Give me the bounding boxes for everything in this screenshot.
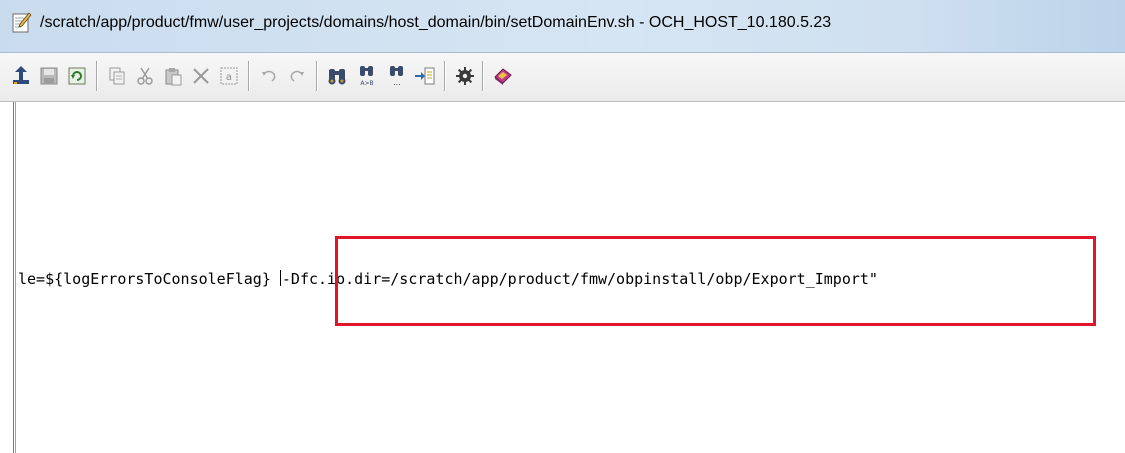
undo-icon[interactable] [256,63,282,89]
svg-text:a: a [226,72,232,83]
help-icon[interactable] [490,63,516,89]
text-cursor [279,270,281,286]
window-title: /scratch/app/product/fmw/user_projects/d… [40,14,832,31]
save-icon[interactable] [36,63,62,89]
find-next-icon[interactable]: ... [384,63,410,89]
editor-area[interactable]: le=${logErrorsToConsoleFlag} -Dfc.io.dir… [0,102,1125,453]
svg-text:...: ... [393,78,401,87]
cut-icon[interactable] [132,63,158,89]
paste-icon[interactable] [160,63,186,89]
copy-icon[interactable] [104,63,130,89]
toolbar-separator [444,61,445,91]
svg-text:A>B: A>B [360,80,373,87]
replace-icon[interactable]: A>B [354,63,380,89]
delete-icon[interactable] [188,63,214,89]
redo-icon[interactable] [284,63,310,89]
toolbar: a A>B ... [0,53,1125,102]
select-all-icon[interactable]: a [216,63,242,89]
edit-file-icon [12,12,32,34]
toolbar-separator [248,61,249,91]
settings-icon[interactable] [452,63,478,89]
find-icon[interactable] [324,63,350,89]
toolbar-separator [316,61,317,91]
toolbar-separator [96,61,97,91]
refresh-icon[interactable] [64,63,90,89]
code-line-prefix: le=${logErrorsToConsoleFlag} [18,270,280,288]
upload-icon[interactable] [8,63,34,89]
title-bar: /scratch/app/product/fmw/user_projects/d… [0,0,1125,53]
highlight-annotation-box [335,236,1096,326]
editor-left-border [13,102,14,453]
toolbar-separator [482,61,483,91]
goto-line-icon[interactable] [412,63,438,89]
editor-left-border-inner [15,102,16,453]
